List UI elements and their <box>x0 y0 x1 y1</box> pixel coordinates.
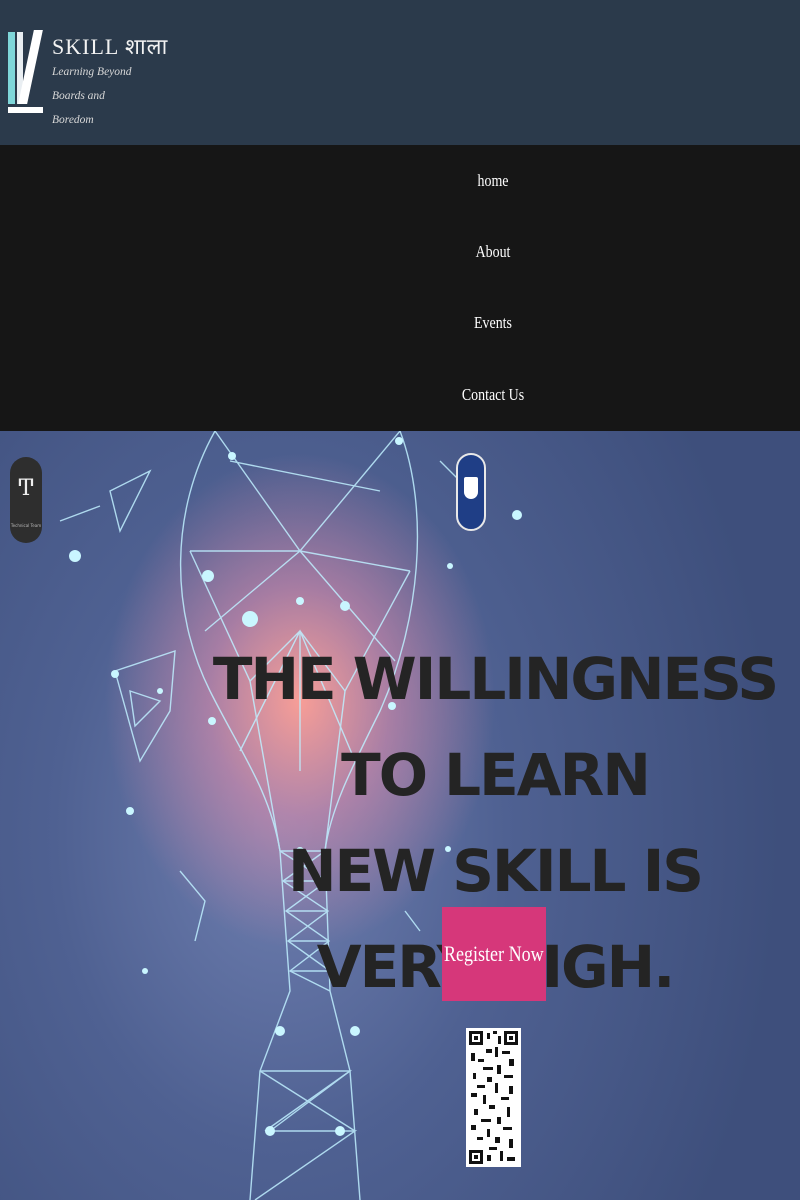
books-logo-icon <box>6 28 46 116</box>
technical-team-icon: Ͳ <box>18 476 34 501</box>
headline-line-1: THE WILLINGNESS TO LEARN <box>212 645 779 809</box>
technical-team-label: Technical Team <box>10 523 42 528</box>
technical-team-logo: Ͳ Technical Team <box>10 457 42 543</box>
institution-crest-logo <box>456 453 486 531</box>
site-header: SKILL शाला Learning Beyond Boards and Bo… <box>0 0 800 145</box>
shield-icon <box>464 477 478 499</box>
hero-section: Ͳ Technical Team THE WILLINGNESS TO LEAR… <box>0 431 800 1200</box>
nav-item-about[interactable]: About <box>450 242 537 262</box>
site-logo[interactable]: SKILL शाला Learning Beyond Boards and Bo… <box>6 28 168 132</box>
nav-item-home[interactable]: home <box>450 171 537 191</box>
register-now-button[interactable]: Register Now <box>442 907 546 1001</box>
main-nav: home About Events Contact Us <box>0 145 800 431</box>
brand-tagline: Learning Beyond Boards and Boredom <box>52 66 132 126</box>
registration-qr-code <box>466 1028 521 1167</box>
register-now-label: Register Now <box>444 941 544 966</box>
logo-text: SKILL शाला Learning Beyond Boards and Bo… <box>52 28 168 132</box>
nav-item-events[interactable]: Events <box>450 313 537 333</box>
nav-item-contact-us[interactable]: Contact Us <box>450 385 537 405</box>
brand-name: SKILL शाला <box>52 34 169 59</box>
qr-code-icon <box>469 1031 518 1164</box>
